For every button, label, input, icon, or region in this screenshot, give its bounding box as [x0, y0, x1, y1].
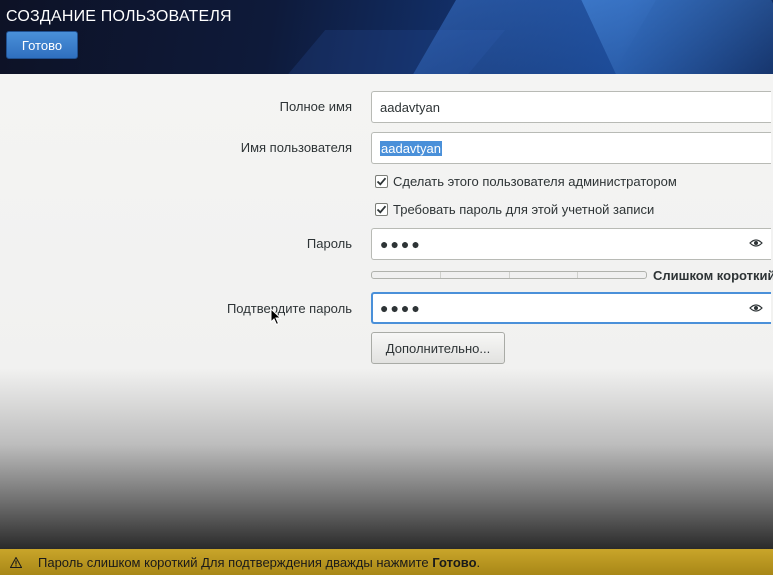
username-input[interactable]: aadavtyan	[371, 132, 771, 164]
password-label: Пароль	[306, 236, 352, 251]
warning-status-bar[interactable]: Пароль слишком короткий Для подтверждени…	[0, 549, 773, 575]
require-password-label: Требовать пароль для этой учетной записи	[393, 202, 655, 217]
require-password-checkbox-row[interactable]: Требовать пароль для этой учетной записи	[375, 202, 654, 217]
checkmark-icon	[376, 205, 387, 214]
confirm-password-label: Подтвердите пароль	[226, 301, 352, 316]
username-label: Имя пользователя	[240, 140, 352, 155]
page-title: СОЗДАНИЕ ПОЛЬЗОВАТЕЛЯ	[6, 8, 232, 25]
checkmark-icon	[376, 177, 387, 186]
mouse-cursor-icon	[270, 308, 282, 326]
advanced-button[interactable]: Дополнительно...	[371, 332, 505, 364]
password-strength-meter	[371, 271, 647, 279]
password-input[interactable]: ●●●●	[371, 228, 771, 260]
status-message: Пароль слишком короткий Для подтверждени…	[38, 555, 480, 570]
confirm-password-value: ●●●●	[380, 300, 422, 316]
eye-icon[interactable]	[749, 303, 763, 313]
admin-checkbox-label: Сделать этого пользователя администратор…	[393, 174, 677, 189]
username-value: aadavtyan	[380, 140, 442, 156]
fullname-label: Полное имя	[279, 99, 352, 114]
eye-icon[interactable]	[749, 238, 763, 248]
admin-checkbox-row[interactable]: Сделать этого пользователя администратор…	[375, 174, 677, 189]
status-suffix: .	[476, 554, 481, 570]
fullname-input[interactable]: aadavtyan	[371, 91, 771, 123]
password-strength-label: Слишком короткий	[653, 268, 773, 283]
password-value: ●●●●	[380, 236, 422, 252]
admin-checkbox[interactable]	[375, 175, 388, 188]
require-password-checkbox[interactable]	[375, 203, 388, 216]
header-banner: СОЗДАНИЕ ПОЛЬЗОВАТЕЛЯ Готово	[0, 0, 773, 74]
user-form: Полное имя aadavtyan Имя пользователя aa…	[0, 74, 773, 549]
fullname-value: aadavtyan	[380, 99, 440, 115]
status-bold-text: Готово	[432, 554, 477, 570]
status-text: Пароль слишком короткий Для подтверждени…	[38, 554, 429, 570]
confirm-password-input[interactable]: ●●●●	[371, 292, 771, 324]
warning-icon	[10, 556, 22, 568]
done-button[interactable]: Готово	[6, 31, 78, 59]
